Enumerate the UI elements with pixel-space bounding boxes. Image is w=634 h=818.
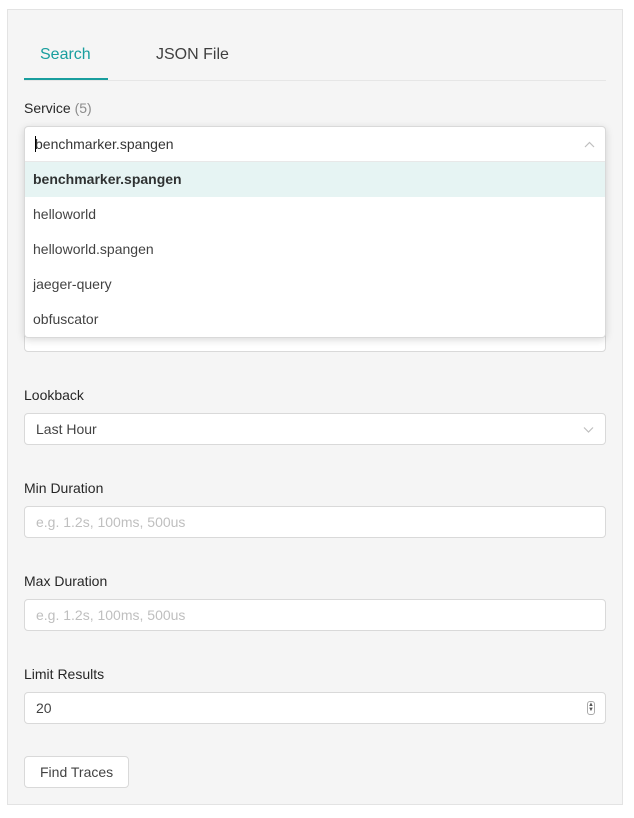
max-duration-placeholder: e.g. 1.2s, 100ms, 500us [36, 607, 186, 623]
search-panel: Search JSON File Service (5) http.status… [7, 9, 623, 805]
lookback-label: Lookback [24, 387, 84, 403]
stepper-down-icon[interactable]: ▼ [588, 707, 594, 713]
chevron-up-icon[interactable] [583, 127, 595, 161]
lookback-value: Last Hour [36, 421, 97, 437]
limit-results-label: Limit Results [24, 666, 105, 682]
service-search-input[interactable]: benchmarker.spangen [25, 127, 605, 162]
limit-results-value: 20 [36, 700, 52, 716]
max-duration-input[interactable]: e.g. 1.2s, 100ms, 500us [24, 599, 606, 631]
find-traces-button[interactable]: Find Traces [24, 756, 130, 788]
min-duration-label: Min Duration [24, 480, 104, 496]
tab-search[interactable]: Search [40, 44, 91, 66]
max-duration-label: Max Duration [24, 573, 108, 589]
min-duration-placeholder: e.g. 1.2s, 100ms, 500us [36, 514, 186, 530]
chevron-down-icon [582, 414, 594, 444]
service-select[interactable]: benchmarker.spangen benchmarker.spangen … [24, 126, 606, 338]
service-option-benchmarker-spangen[interactable]: benchmarker.spangen [25, 162, 605, 197]
tab-json-file[interactable]: JSON File [156, 44, 229, 66]
min-duration-input[interactable]: e.g. 1.2s, 100ms, 500us [24, 506, 606, 538]
service-label: Service (5) [24, 98, 92, 118]
service-option-helloworld[interactable]: helloworld [25, 197, 605, 232]
service-input-value: benchmarker.spangen [35, 136, 174, 152]
service-option-obfuscator[interactable]: obfuscator [25, 302, 605, 337]
service-option-jaeger-query[interactable]: jaeger-query [25, 267, 605, 302]
service-label-text: Service [24, 100, 71, 116]
active-tab-indicator [24, 78, 108, 80]
stepper-icon[interactable]: ▲ ▼ [587, 701, 595, 715]
limit-results-input[interactable]: 20 ▲ ▼ [24, 692, 606, 724]
service-count: (5) [74, 100, 92, 116]
tab-bar: Search JSON File [24, 10, 606, 81]
service-option-helloworld-spangen[interactable]: helloworld.spangen [25, 232, 605, 267]
lookback-select[interactable]: Last Hour [24, 413, 606, 445]
